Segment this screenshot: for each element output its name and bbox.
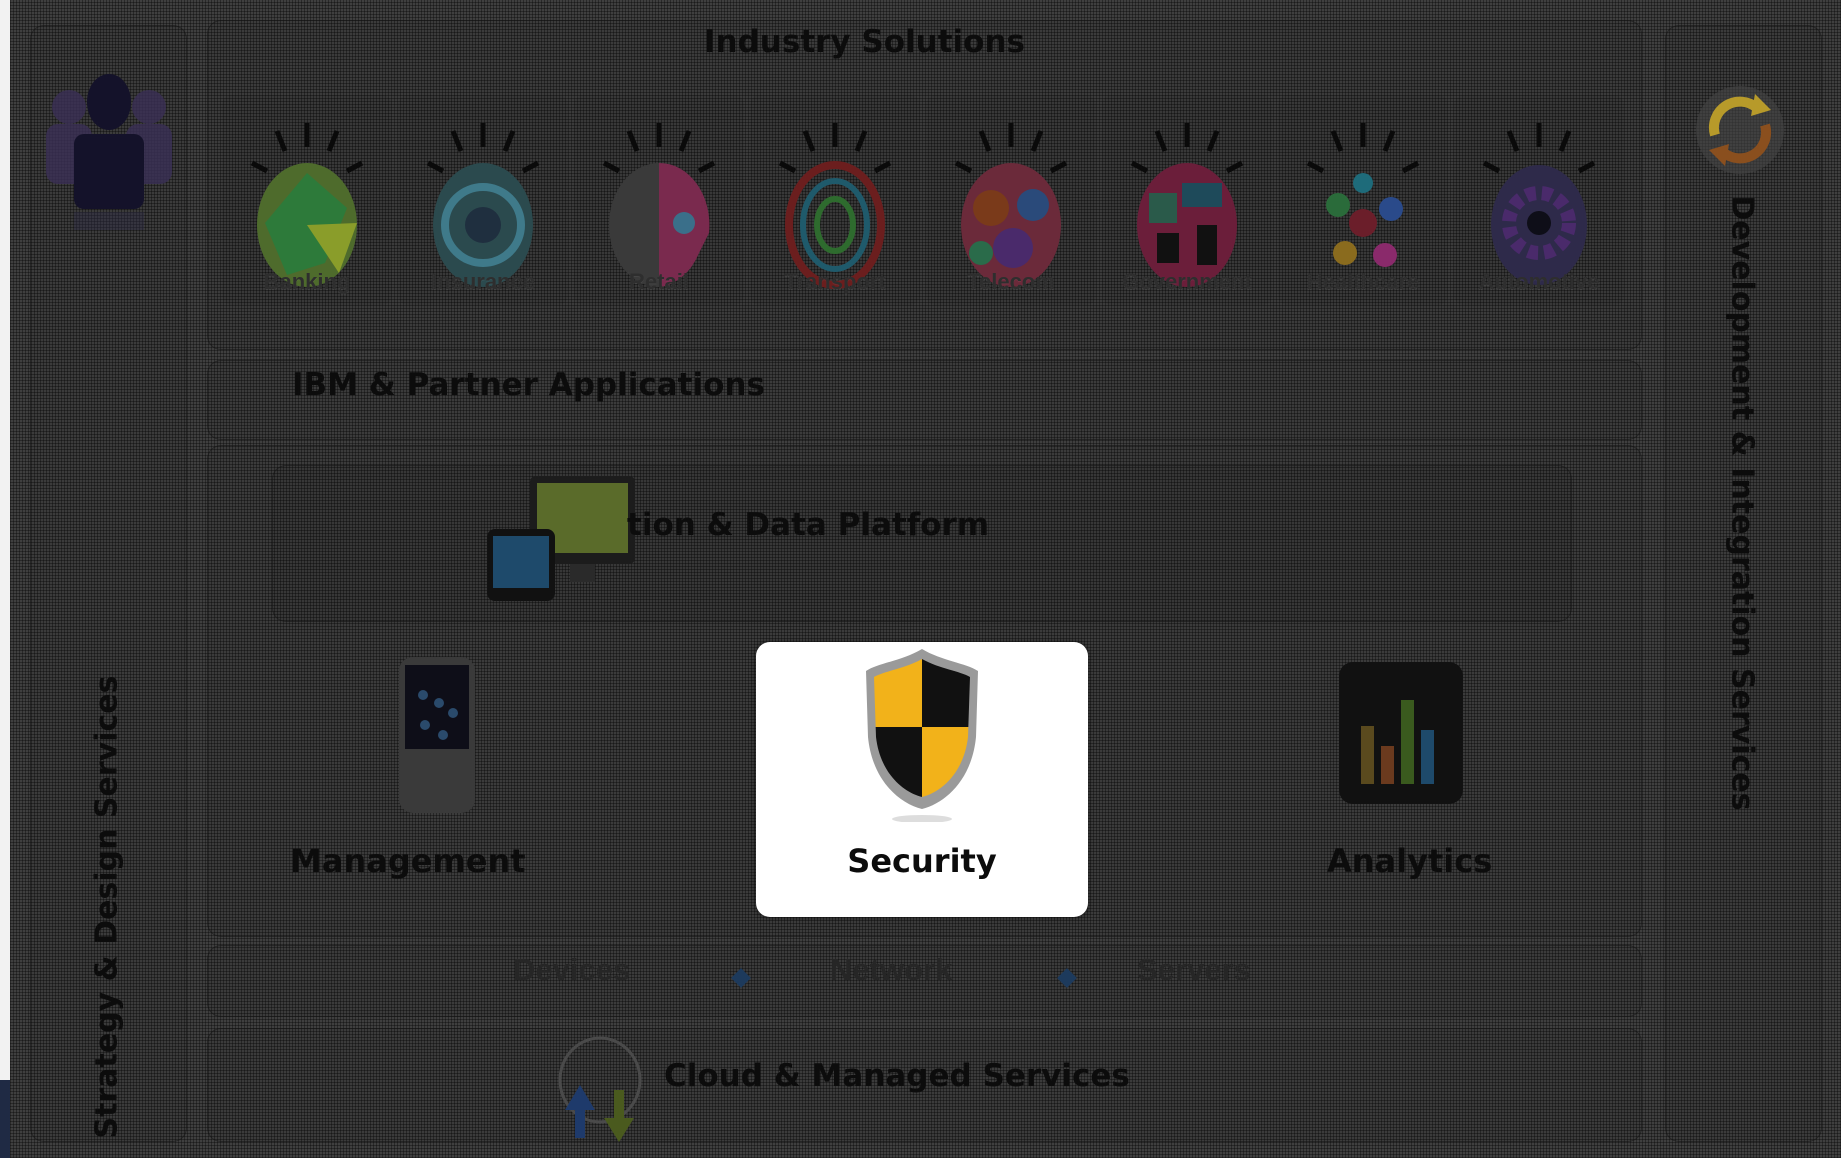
security-card[interactable]: Security xyxy=(756,642,1088,917)
left-edge-nub xyxy=(0,1080,10,1158)
platform-inner-panel xyxy=(272,465,1572,622)
people-icon xyxy=(46,74,172,230)
telecom-icon xyxy=(954,123,1068,287)
industry-tile-banking[interactable]: Banking xyxy=(222,95,392,305)
capability-security: Security xyxy=(847,842,997,880)
industry-label: Banking xyxy=(263,269,351,294)
applications-title: IBM & Partner Applications xyxy=(292,367,765,403)
industry-label: Government xyxy=(1122,269,1252,294)
platform-title: tion & Data Platform xyxy=(627,507,990,543)
industry-tile-government[interactable]: Government xyxy=(1102,95,1272,305)
industry-label: Telecom xyxy=(967,269,1055,294)
capability-management[interactable]: Management xyxy=(290,842,526,880)
development-integration-label: Development & Integration Services xyxy=(1724,195,1760,811)
infra-network[interactable]: Network xyxy=(830,952,952,988)
industry-label: Retail xyxy=(629,269,689,294)
banking-icon xyxy=(250,123,364,287)
analytics-chart-icon xyxy=(1339,662,1463,804)
infra-servers[interactable]: Servers xyxy=(1137,952,1251,988)
healthcare-icon xyxy=(1306,123,1420,267)
insurance-icon xyxy=(426,123,540,287)
industry-tile-transport[interactable]: Transport xyxy=(750,95,920,305)
security-shield-icon xyxy=(866,649,978,822)
devices-icon xyxy=(487,476,635,601)
industry-label: Transport xyxy=(784,269,886,294)
industry-solutions-title: Industry Solutions xyxy=(704,24,1026,60)
refresh-cycle-icon xyxy=(1696,86,1784,174)
capability-analytics[interactable]: Analytics xyxy=(1327,842,1492,880)
government-icon xyxy=(1130,123,1244,287)
automotive-icon xyxy=(1482,123,1596,285)
transport-icon xyxy=(778,123,892,289)
cloud-title: Cloud & Managed Services xyxy=(664,1058,1130,1094)
left-edge-strip xyxy=(0,0,10,1158)
cloud-arrows-icon xyxy=(558,1036,642,1142)
industry-label: Healthcare xyxy=(1306,269,1420,294)
industry-tile-retail[interactable]: Retail xyxy=(574,95,744,305)
industry-label: Insurance xyxy=(431,269,535,294)
retail-icon xyxy=(602,123,716,287)
industry-label: Automotive xyxy=(1478,269,1600,294)
strategy-design-label: Strategy & Design Services xyxy=(89,675,125,1139)
industry-tile-insurance[interactable]: Insurance xyxy=(398,95,568,305)
industry-tile-automotive[interactable]: Automotive xyxy=(1454,95,1624,305)
industry-tile-healthcare[interactable]: Healthcare xyxy=(1278,95,1448,305)
industry-tile-telecom[interactable]: Telecom xyxy=(926,95,1096,305)
infra-devices[interactable]: Devices xyxy=(513,952,630,988)
mobile-device-icon xyxy=(399,657,475,813)
